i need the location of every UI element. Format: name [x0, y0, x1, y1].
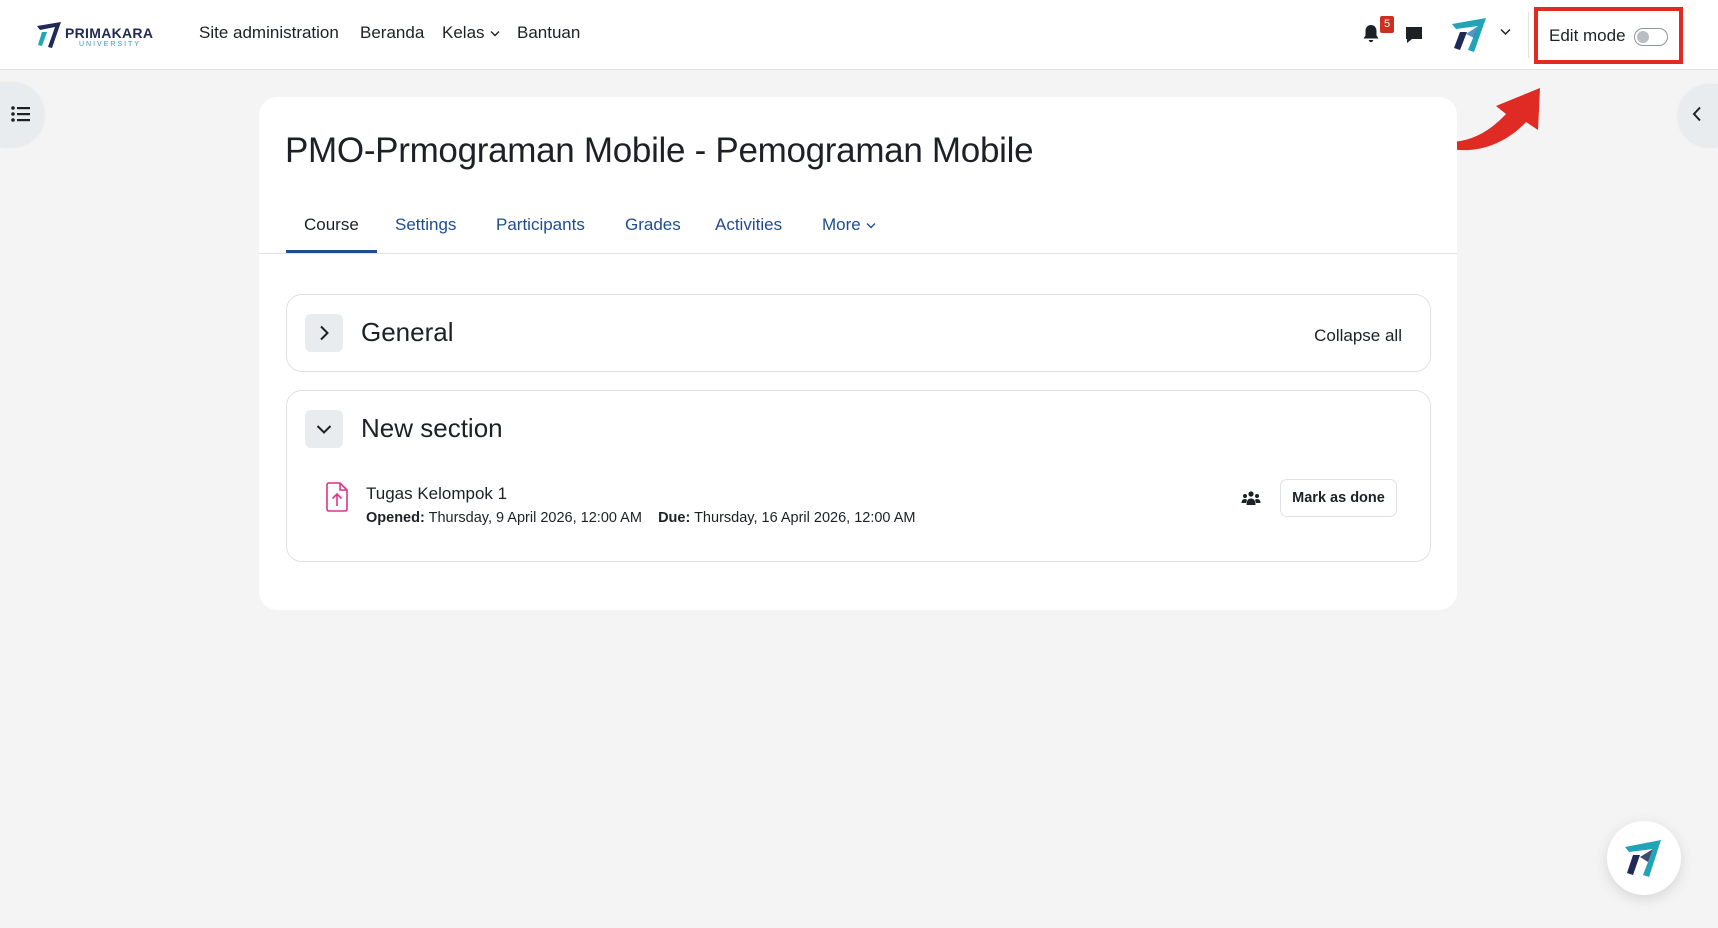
chevron-right-icon	[320, 325, 329, 341]
chevron-down-icon	[490, 31, 500, 37]
due-label: Due:	[658, 510, 691, 526]
course-index-icon	[11, 106, 30, 122]
section-general: General Collapse all	[286, 294, 1431, 372]
brand-logo-mark	[37, 22, 61, 48]
tab-participants[interactable]: Participants	[496, 215, 585, 235]
activity-name-link[interactable]: Tugas Kelompok 1	[366, 484, 507, 504]
edit-mode-switch[interactable]	[1634, 28, 1668, 46]
course-content-card: PMO-Prmograman Mobile - Pemograman Mobil…	[259, 97, 1457, 610]
section-new: New section Tugas Kelompok 1 Opened: Thu…	[286, 390, 1431, 562]
avatar	[1452, 18, 1486, 52]
brand-assistant-icon	[1625, 840, 1661, 877]
opened-label: Opened:	[366, 510, 425, 526]
tab-settings[interactable]: Settings	[395, 215, 456, 235]
top-navbar: PRIMAKARA UNIVERSITY Site administration…	[0, 0, 1718, 70]
nav-site-administration[interactable]: Site administration	[199, 23, 339, 43]
collapse-all-link[interactable]: Collapse all	[1314, 326, 1402, 346]
chevron-down-icon	[866, 223, 876, 229]
block-drawer-toggle[interactable]	[1678, 84, 1718, 146]
edit-mode-toggle[interactable]: Edit mode	[1534, 7, 1683, 64]
brand-logo[interactable]: PRIMAKARA UNIVERSITY	[34, 18, 164, 52]
tab-more[interactable]: More	[822, 215, 876, 235]
nav-kelas-label: Kelas	[442, 23, 485, 42]
nav-kelas[interactable]: Kelas	[442, 23, 500, 43]
activity-dates: Opened: Thursday, 9 April 2026, 12:00 AM…	[366, 510, 915, 526]
tab-activities[interactable]: Activities	[715, 215, 782, 235]
user-menu[interactable]	[1448, 14, 1512, 54]
group-icon	[1241, 491, 1261, 505]
active-tab-indicator	[286, 250, 377, 253]
brand-subtitle: UNIVERSITY	[79, 41, 142, 48]
section-general-title: General	[361, 317, 454, 347]
section-new-toggle[interactable]	[305, 410, 343, 448]
edit-mode-switch-knob	[1637, 31, 1649, 43]
chevron-down-icon	[1500, 28, 1511, 36]
tab-grades[interactable]: Grades	[625, 215, 681, 235]
navbar-divider	[1528, 12, 1529, 58]
due-value: Thursday, 16 April 2026, 12:00 AM	[694, 510, 916, 526]
nav-bantuan[interactable]: Bantuan	[517, 23, 580, 43]
assignment-upload-icon[interactable]	[325, 481, 349, 513]
page-title: PMO-Prmograman Mobile - Pemograman Mobil…	[285, 131, 1034, 170]
chevron-down-icon	[316, 425, 332, 434]
bell-icon[interactable]	[1362, 24, 1380, 44]
course-secondary-nav: Course Settings Participants Grades Acti…	[259, 204, 1457, 254]
tab-course[interactable]: Course	[304, 215, 359, 235]
edit-mode-label: Edit mode	[1549, 26, 1626, 45]
notification-badge: 5	[1380, 16, 1394, 33]
section-general-toggle[interactable]	[305, 314, 343, 352]
chat-icon[interactable]	[1404, 25, 1424, 45]
brand-name: PRIMAKARA	[65, 25, 154, 41]
tab-more-label: More	[822, 215, 861, 234]
mark-as-done-button[interactable]: Mark as done	[1280, 479, 1397, 517]
nav-beranda[interactable]: Beranda	[360, 23, 424, 43]
floating-assistant-button[interactable]	[1607, 821, 1681, 895]
course-index-drawer-toggle[interactable]	[0, 82, 44, 146]
section-new-title: New section	[361, 413, 503, 443]
opened-value: Thursday, 9 April 2026, 12:00 AM	[428, 510, 642, 526]
chevron-left-icon	[1692, 106, 1701, 122]
